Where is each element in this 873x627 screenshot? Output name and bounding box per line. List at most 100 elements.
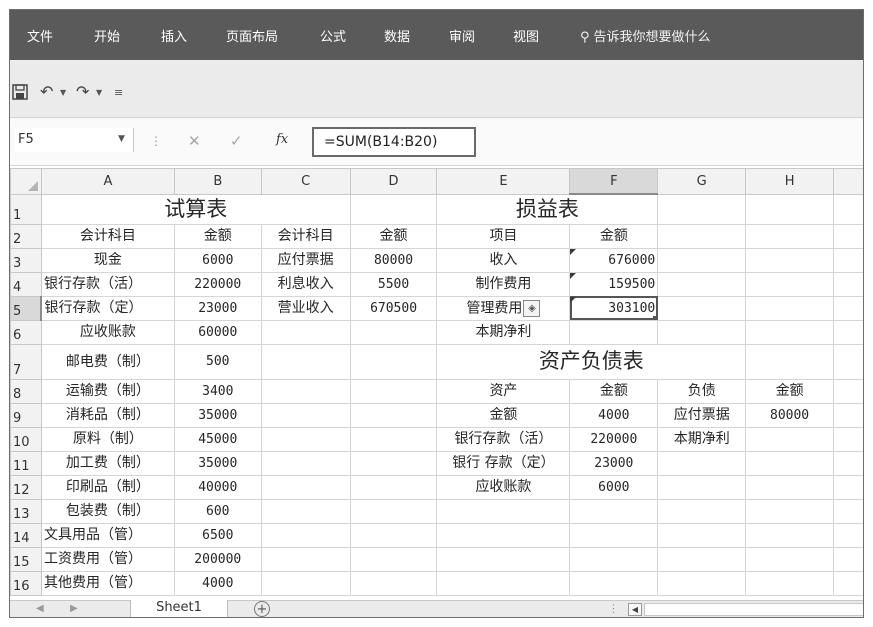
cell[interactable] xyxy=(260,498,351,524)
chevron-down-icon[interactable]: ▼ xyxy=(118,134,125,144)
column-header-c[interactable]: C xyxy=(260,168,351,195)
tab-data[interactable]: 数据 xyxy=(384,26,410,45)
row-header[interactable]: 7 xyxy=(10,343,42,380)
row-header[interactable]: 2 xyxy=(10,223,42,249)
redo-dropdown-icon[interactable]: ▼ xyxy=(96,88,102,97)
cell[interactable] xyxy=(260,522,351,548)
select-all-corner[interactable] xyxy=(10,168,42,195)
cell[interactable]: 23000 xyxy=(173,295,262,321)
cell[interactable] xyxy=(833,343,863,380)
cell[interactable] xyxy=(569,570,659,596)
row-header[interactable]: 3 xyxy=(10,247,42,273)
cell[interactable] xyxy=(569,498,659,524)
cell[interactable] xyxy=(833,319,863,345)
cell[interactable]: 45000 xyxy=(173,426,262,452)
cell[interactable]: 金额 xyxy=(569,223,659,249)
cell[interactable] xyxy=(745,193,834,225)
cell[interactable] xyxy=(745,474,834,500)
cell[interactable] xyxy=(657,522,747,548)
cell[interactable] xyxy=(657,223,747,249)
cell[interactable] xyxy=(349,498,438,524)
row-header[interactable]: 5 xyxy=(10,295,43,321)
column-header-b[interactable]: B xyxy=(173,168,262,195)
cell[interactable]: 银行存款（活） xyxy=(40,271,175,297)
cell[interactable] xyxy=(260,343,351,380)
cell[interactable]: 6500 xyxy=(173,522,262,548)
cell[interactable] xyxy=(833,522,863,548)
cell[interactable] xyxy=(657,247,747,273)
cell[interactable]: 应付票据 xyxy=(260,247,351,273)
row-header[interactable]: 13 xyxy=(10,498,42,524)
cell[interactable] xyxy=(833,570,863,596)
cell[interactable]: 670500 xyxy=(349,295,438,321)
cell[interactable] xyxy=(436,546,571,572)
column-header-a[interactable]: A xyxy=(40,168,175,195)
cell[interactable] xyxy=(436,570,571,596)
cell[interactable] xyxy=(349,570,438,596)
name-box[interactable]: F5 xyxy=(14,128,134,152)
tab-page-layout[interactable]: 页面布局 xyxy=(226,26,278,45)
active-cell-f5[interactable]: 303100 xyxy=(569,295,659,321)
tab-formulas[interactable]: 公式 xyxy=(320,26,346,45)
undo-dropdown-icon[interactable]: ▼ xyxy=(60,88,66,97)
error-warning-icon[interactable]: ◈ xyxy=(523,299,541,317)
row-header[interactable]: 15 xyxy=(10,546,42,572)
cell[interactable] xyxy=(745,223,834,249)
cell[interactable]: 现金 xyxy=(40,247,175,273)
cell[interactable]: 文具用品（管） xyxy=(40,522,175,548)
undo-icon[interactable]: ↶ xyxy=(40,84,53,100)
cell[interactable] xyxy=(657,498,747,524)
cell[interactable] xyxy=(569,546,659,572)
income-statement-title[interactable]: 损益表 xyxy=(436,193,659,225)
cell[interactable]: 200000 xyxy=(173,546,262,572)
cell[interactable]: 负债 xyxy=(657,378,747,404)
cell[interactable] xyxy=(260,546,351,572)
cell[interactable]: 4000 xyxy=(569,402,659,428)
cell[interactable] xyxy=(260,426,351,452)
cell[interactable]: 应收账款 xyxy=(40,319,175,345)
cell[interactable]: 应付票据 xyxy=(657,402,747,428)
cell[interactable] xyxy=(745,319,834,345)
row-header[interactable]: 6 xyxy=(10,319,42,345)
cell[interactable]: 会计科目 xyxy=(260,223,351,249)
cell[interactable]: 管理费用 ◈ xyxy=(436,295,571,321)
customize-toolbar-icon[interactable]: ≡ xyxy=(114,86,123,99)
cell[interactable] xyxy=(569,522,659,548)
cell[interactable] xyxy=(657,295,747,321)
cell[interactable] xyxy=(349,474,438,500)
cell[interactable]: 加工费（制） xyxy=(40,450,175,476)
cell[interactable]: 220000 xyxy=(173,271,262,297)
row-header[interactable]: 4 xyxy=(10,271,42,297)
cell[interactable]: 邮电费（制） xyxy=(40,343,175,380)
cell[interactable]: 金额 xyxy=(173,223,262,249)
cell[interactable]: 金额 xyxy=(349,223,438,249)
cell[interactable]: 金额 xyxy=(436,402,571,428)
cell[interactable] xyxy=(745,426,834,452)
cell[interactable] xyxy=(745,271,834,297)
cell[interactable]: 35000 xyxy=(173,450,262,476)
cell[interactable] xyxy=(657,319,747,345)
cell[interactable]: 本期净利 xyxy=(657,426,747,452)
cell[interactable]: 35000 xyxy=(173,402,262,428)
cell[interactable] xyxy=(833,271,863,297)
cell[interactable] xyxy=(349,450,438,476)
cell[interactable] xyxy=(260,474,351,500)
cell[interactable] xyxy=(349,378,438,404)
cell[interactable] xyxy=(745,295,834,321)
cell[interactable] xyxy=(349,193,438,225)
column-header-e[interactable]: E xyxy=(436,168,571,195)
column-header-f[interactable]: F xyxy=(569,168,659,195)
cell[interactable] xyxy=(745,546,834,572)
cell[interactable]: 676000 xyxy=(569,247,659,273)
formula-input[interactable]: =SUM(B14:B20) xyxy=(312,127,476,157)
save-icon[interactable] xyxy=(12,84,28,103)
cell[interactable]: 印刷品（制） xyxy=(40,474,175,500)
trial-balance-title[interactable]: 试算表 xyxy=(40,193,351,225)
cell[interactable] xyxy=(745,343,834,380)
insert-function-icon[interactable]: fx xyxy=(276,132,288,147)
cell[interactable] xyxy=(833,223,863,249)
cell[interactable]: 原料（制） xyxy=(40,426,175,452)
row-header[interactable]: 12 xyxy=(10,474,42,500)
cell[interactable]: 会计科目 xyxy=(40,223,175,249)
tab-insert[interactable]: 插入 xyxy=(161,26,187,45)
